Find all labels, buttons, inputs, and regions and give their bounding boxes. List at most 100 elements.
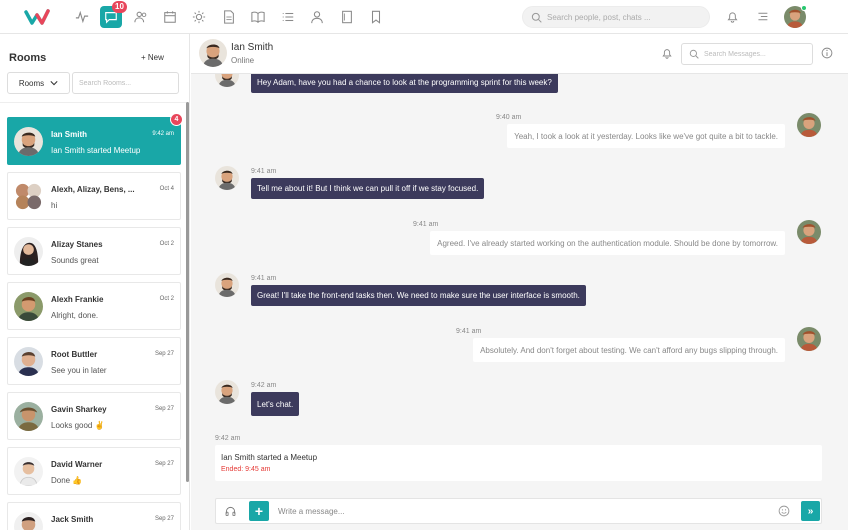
message-time: 9:41 am <box>413 221 439 228</box>
room-time: 9:42 am <box>152 131 174 137</box>
avatar <box>14 292 43 321</box>
room-preview: Alright, done. <box>51 311 99 320</box>
room-time: Sep 27 <box>154 406 174 412</box>
avatar <box>215 273 239 297</box>
chat-badge: 10 <box>112 1 127 13</box>
rooms-filter-label: Rooms <box>18 78 45 88</box>
room-name: Alizay Stanes <box>51 240 103 249</box>
room-item-jack-smith[interactable]: Jack Smith Sep 27 <box>7 502 181 530</box>
bell-icon[interactable] <box>661 47 673 59</box>
meetup-time: 9:42 am <box>215 435 241 442</box>
room-preview: Sounds great <box>51 256 99 265</box>
room-item-gavin-sharkey[interactable]: Gavin Sharkey Looks good ✌ Sep 27 <box>7 392 181 440</box>
top-navbar: 10 <box>0 0 848 34</box>
room-preview: Done 👍 <box>51 476 83 485</box>
new-room-button[interactable]: + New <box>141 53 164 62</box>
room-list: Ian Smith Ian Smith started Meetup 9:42 … <box>0 102 186 530</box>
room-time: Oct 2 <box>159 241 174 247</box>
incoming-message: Tell me about it! But I think we can pul… <box>251 178 485 199</box>
sidebar-title: Rooms <box>9 52 47 64</box>
info-icon[interactable] <box>821 47 833 59</box>
message-search-input[interactable] <box>704 50 804 58</box>
avatar <box>797 327 821 351</box>
message-time: 9:40 am <box>496 114 522 121</box>
room-time: Sep 27 <box>154 461 174 467</box>
search-icon <box>531 12 542 23</box>
list-icon[interactable] <box>277 6 299 28</box>
avatar <box>14 512 43 530</box>
room-name: Root Buttler <box>51 350 98 359</box>
avatar <box>14 182 43 211</box>
room-preview: Ian Smith started Meetup <box>51 146 141 155</box>
sun-icon[interactable] <box>188 6 210 28</box>
rooms-search-input[interactable] <box>72 72 179 94</box>
unread-badge: 4 <box>170 113 183 126</box>
meetup-card[interactable]: Ian Smith started a Meetup Ended: 9:45 a… <box>215 445 822 481</box>
send-button[interactable]: » <box>801 501 820 521</box>
avatar <box>797 220 821 244</box>
incoming-message: Great! I'll take the front-end tasks the… <box>251 285 586 306</box>
meetup-ended: Ended: 9:45 am <box>221 466 271 473</box>
global-search-input[interactable] <box>547 12 697 22</box>
message-search[interactable] <box>681 43 813 65</box>
incoming-message: Let's chat. <box>251 392 300 416</box>
incoming-message: Hey Adam, have you had a chance to look … <box>251 74 558 93</box>
room-list-scrollbar[interactable] <box>186 102 189 482</box>
online-status-dot <box>801 5 807 11</box>
document-icon[interactable] <box>218 6 240 28</box>
avatar <box>14 237 43 266</box>
message-time: 9:41 am <box>456 328 482 335</box>
app-logo[interactable] <box>24 8 50 26</box>
room-item-david-warner[interactable]: David Warner Done 👍 Sep 27 <box>7 447 181 495</box>
users-icon[interactable] <box>130 6 152 28</box>
room-name: Ian Smith <box>51 130 88 139</box>
room-item-ian-smith[interactable]: Ian Smith Ian Smith started Meetup 9:42 … <box>7 113 183 165</box>
contact-avatar[interactable] <box>199 39 227 67</box>
room-item-root-buttler[interactable]: Root Buttler See you in later Sep 27 <box>7 337 181 385</box>
avatar <box>14 127 43 156</box>
room-time: Sep 27 <box>154 351 174 357</box>
profile-icon[interactable] <box>306 6 328 28</box>
outgoing-message: Absolutely. And don't forget about testi… <box>473 338 785 362</box>
bookmark-icon[interactable] <box>365 6 387 28</box>
avatar <box>215 380 239 404</box>
message-composer: + » <box>191 490 848 530</box>
avatar <box>14 457 43 486</box>
avatar <box>797 113 821 137</box>
avatar <box>14 347 43 376</box>
contact-name: Ian Smith <box>231 42 274 53</box>
calendar-icon[interactable] <box>159 6 181 28</box>
room-item-alexh-frankie[interactable]: Alexh Frankie Alright, done. Oct 2 <box>7 282 181 330</box>
notification-bell-icon[interactable] <box>724 8 740 24</box>
notebook-icon[interactable] <box>336 6 358 28</box>
headset-icon[interactable] <box>222 503 238 519</box>
avatar <box>14 402 43 431</box>
global-search[interactable] <box>522 6 710 28</box>
room-time: Sep 27 <box>154 516 174 522</box>
contact-status: Online <box>231 56 255 65</box>
room-preview: Looks good ✌ <box>51 421 105 430</box>
activity-icon[interactable] <box>71 6 93 28</box>
message-input[interactable] <box>278 503 758 519</box>
room-name: Gavin Sharkey <box>51 405 107 414</box>
chevron-down-icon <box>50 81 58 86</box>
room-time: Oct 2 <box>159 296 174 302</box>
room-preview: See you in later <box>51 366 107 375</box>
rooms-filter-select[interactable]: Rooms <box>7 72 70 94</box>
room-item-group[interactable]: Alexh, Alizay, Bens, ... hi Oct 4 <box>7 172 181 220</box>
room-name: Alexh, Alizay, Bens, ... <box>51 185 135 194</box>
room-preview: hi <box>51 201 58 210</box>
attach-plus-button[interactable]: + <box>249 501 269 521</box>
search-icon <box>689 49 699 59</box>
room-item-alizay-stanes[interactable]: Alizay Stanes Sounds great Oct 2 <box>7 227 181 275</box>
composer-box: + » <box>215 498 822 524</box>
menu-icon[interactable] <box>754 8 770 24</box>
emoji-icon[interactable] <box>778 505 790 517</box>
book-icon[interactable] <box>247 6 269 28</box>
outgoing-message: Agreed. I've already started working on … <box>430 231 785 255</box>
room-name: Alexh Frankie <box>51 295 104 304</box>
message-time: 9:41 am <box>251 275 277 282</box>
room-name: Jack Smith <box>51 515 94 524</box>
message-thread: Hey Adam, have you had a chance to look … <box>191 74 848 490</box>
message-time: 9:42 am <box>251 382 277 389</box>
